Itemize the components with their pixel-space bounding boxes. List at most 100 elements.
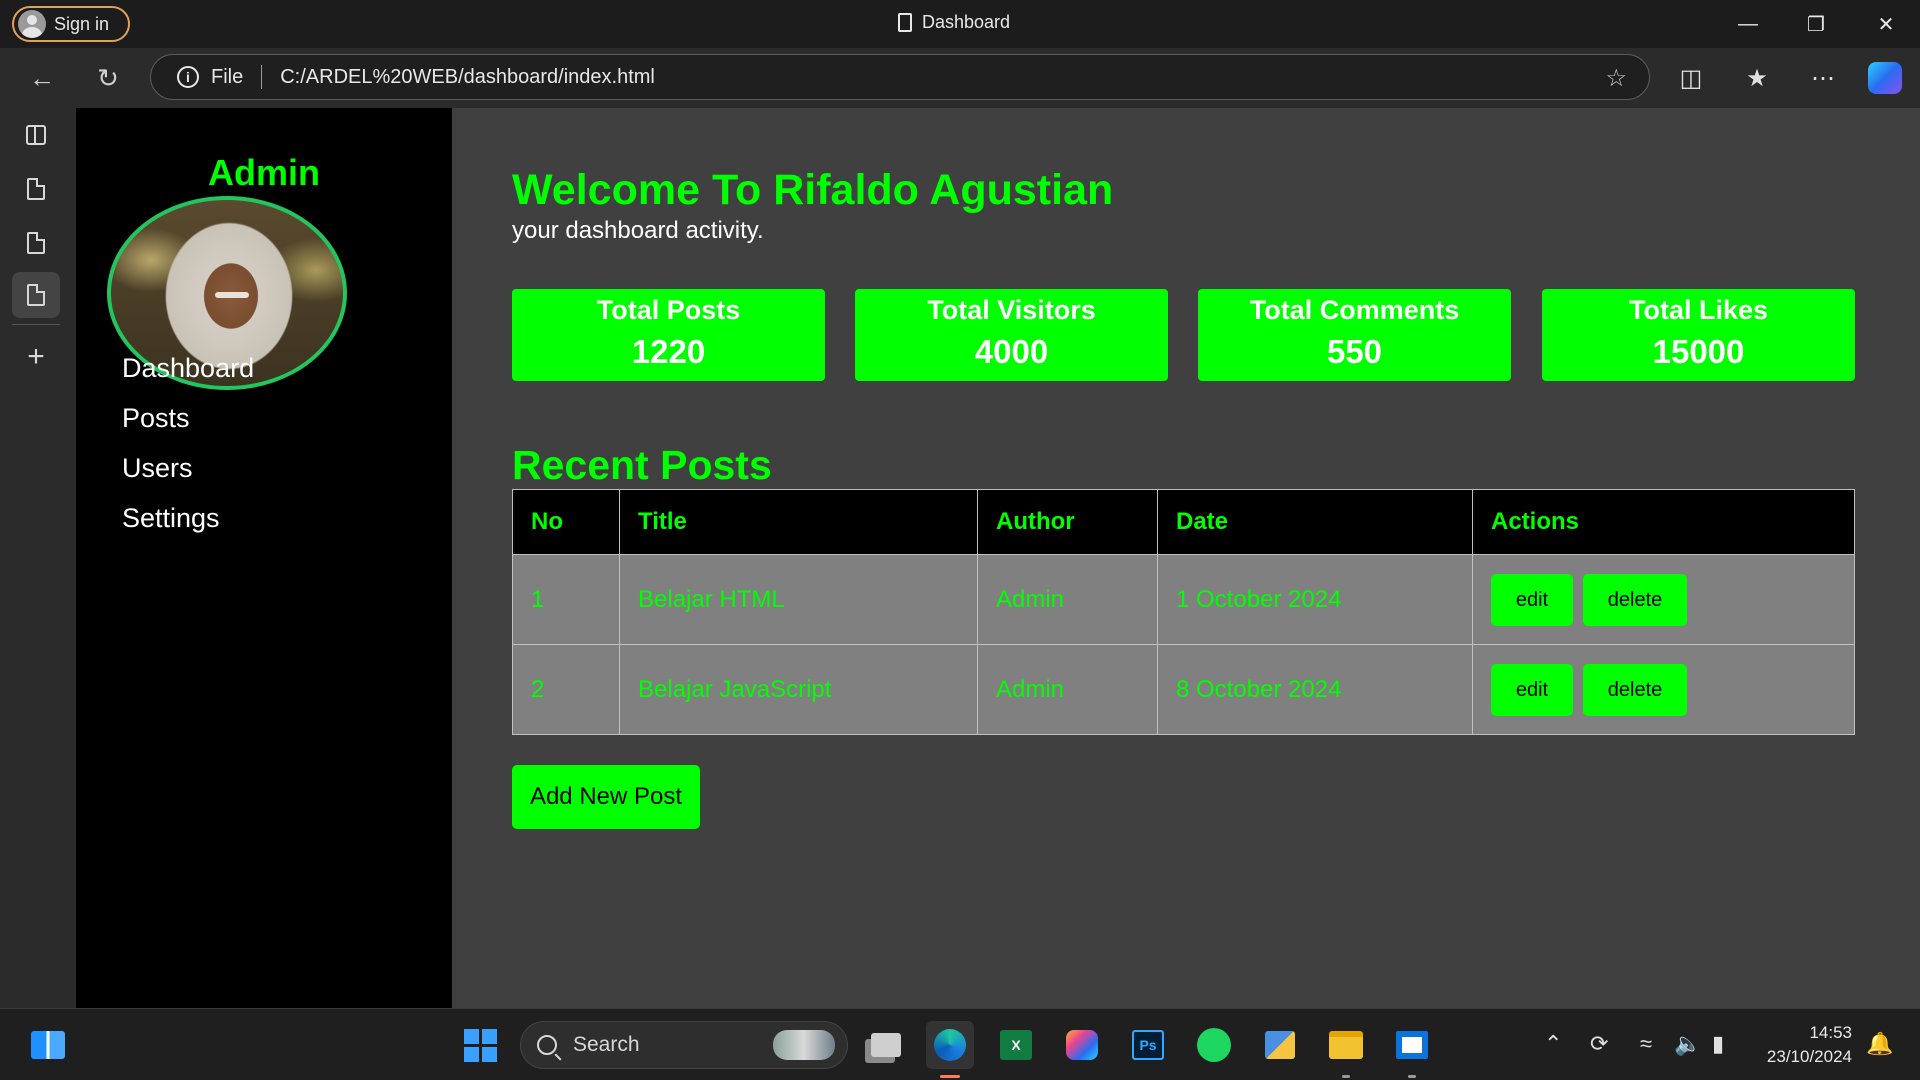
column-header-no: No <box>512 489 620 555</box>
new-tab-icon[interactable]: + <box>12 334 60 380</box>
sign-in-button[interactable]: Sign in <box>12 6 130 42</box>
more-icon[interactable]: ⋯ <box>1798 48 1848 108</box>
stat-label: Total Likes <box>1628 295 1769 325</box>
page-icon <box>898 13 912 32</box>
stat-card-total-posts: Total Posts 1220 <box>512 289 825 381</box>
column-header-date: Date <box>1157 489 1473 555</box>
main-content: Welcome To Rifaldo Agustian your dashboa… <box>452 108 1920 1008</box>
sidebar-item-dashboard[interactable]: Dashboard <box>122 353 254 384</box>
tab-item[interactable] <box>12 220 60 266</box>
page-title: Welcome To Rifaldo Agustian <box>512 166 1114 214</box>
delete-button[interactable]: delete <box>1583 663 1687 716</box>
tab-item[interactable] <box>12 166 60 212</box>
page-icon <box>27 284 45 306</box>
posts-table: No Title Author Date Actions 1 Belajar H… <box>512 489 1855 735</box>
taskbar: Search X Ps ⌃ ⟳ ≈ 🔈 ▮ 14:53 23/10/2024 🔔 <box>0 1008 1920 1080</box>
system-clock[interactable]: 14:53 23/10/2024 <box>1760 1021 1852 1069</box>
volume-icon[interactable]: 🔈 <box>1674 1031 1701 1057</box>
address-bar[interactable]: i File C:/ARDEL%20WEB/dashboard/index.ht… <box>150 54 1650 100</box>
stat-value: 550 <box>1326 333 1383 370</box>
stat-value: 15000 <box>1652 333 1745 370</box>
table-header-row: No Title Author Date Actions <box>512 489 1855 555</box>
task-view-icon[interactable] <box>862 1021 910 1069</box>
photoshop-icon[interactable]: Ps <box>1124 1021 1172 1069</box>
column-header-author: Author <box>977 489 1158 555</box>
clock-time: 14:53 <box>1809 1023 1852 1042</box>
start-icon[interactable] <box>456 1021 504 1069</box>
copilot-app-icon[interactable] <box>1058 1021 1106 1069</box>
running-app-indicator <box>1342 1075 1350 1078</box>
browser-toolbar: ← ↻ i File C:/ARDEL%20WEB/dashboard/inde… <box>0 48 1920 108</box>
cell-date: 1 October 2024 <box>1157 554 1473 645</box>
browser-title-bar: Sign in Dashboard — ❐ ✕ <box>0 0 1920 48</box>
running-app-indicator <box>1408 1075 1416 1078</box>
spotify-icon[interactable] <box>1190 1021 1238 1069</box>
favorite-star-icon[interactable]: ☆ <box>1605 64 1627 93</box>
back-icon[interactable]: ← <box>18 48 66 108</box>
file-explorer-icon[interactable] <box>1322 1021 1370 1069</box>
store-icon[interactable] <box>1388 1021 1436 1069</box>
chevron-up-icon[interactable]: ⌃ <box>1544 1031 1562 1057</box>
taskbar-search[interactable]: Search <box>520 1021 848 1069</box>
profile-avatar-icon <box>18 10 46 38</box>
stat-card-total-likes: Total Likes 15000 <box>1542 289 1855 381</box>
wifi-icon[interactable]: ≈ <box>1640 1031 1652 1057</box>
cell-actions: edit delete <box>1472 644 1855 735</box>
minimize-icon[interactable]: — <box>1714 0 1782 48</box>
stat-label: Total Comments <box>1249 295 1460 325</box>
stat-label: Total Visitors <box>927 295 1096 325</box>
tab-divider <box>12 324 60 325</box>
copilot-icon[interactable] <box>1868 62 1902 94</box>
page-subtitle: your dashboard activity. <box>512 217 764 244</box>
sidebar-item-settings[interactable]: Settings <box>122 503 220 534</box>
tab-actions-button[interactable] <box>12 112 60 158</box>
stat-value: 1220 <box>631 333 706 370</box>
split-screen-icon[interactable]: ◫ <box>1666 48 1716 108</box>
stat-card-total-visitors: Total Visitors 4000 <box>855 289 1168 381</box>
active-tab-title: Dashboard <box>898 12 1010 33</box>
address-url[interactable]: C:/ARDEL%20WEB/dashboard/index.html <box>280 66 655 89</box>
address-scheme: File <box>211 65 244 88</box>
active-app-indicator <box>940 1075 960 1078</box>
tab-item-active[interactable] <box>12 272 60 318</box>
sign-in-label: Sign in <box>54 13 110 34</box>
favorites-icon[interactable]: ★ <box>1732 48 1782 108</box>
table-row: 1 Belajar HTML Admin 1 October 2024 edit… <box>512 554 1855 645</box>
cell-author: Admin <box>977 644 1158 735</box>
cell-author: Admin <box>977 554 1158 645</box>
notification-bell-icon[interactable]: 🔔 <box>1866 1031 1893 1057</box>
vertical-tab-strip: + <box>0 108 76 1008</box>
cell-date: 8 October 2024 <box>1157 644 1473 735</box>
close-icon[interactable]: ✕ <box>1852 0 1920 48</box>
cell-no: 2 <box>512 644 620 735</box>
sync-icon[interactable]: ⟳ <box>1590 1031 1608 1057</box>
page-icon <box>27 232 45 254</box>
sidebar-item-users[interactable]: Users <box>122 453 193 484</box>
cell-title: Belajar JavaScript <box>619 644 978 735</box>
refresh-icon[interactable]: ↻ <box>84 48 132 108</box>
search-highlight-image <box>773 1030 835 1060</box>
sidebar: Admin Dashboard Posts Users Settings <box>76 108 452 1008</box>
widgets-icon[interactable] <box>24 1021 72 1069</box>
edit-button[interactable]: edit <box>1491 663 1573 716</box>
edge-icon[interactable] <box>926 1021 974 1069</box>
info-icon[interactable]: i <box>177 66 199 88</box>
column-header-title: Title <box>619 489 978 555</box>
excel-icon[interactable]: X <box>992 1021 1040 1069</box>
network-app-icon[interactable] <box>1256 1021 1304 1069</box>
search-placeholder: Search <box>573 1033 640 1056</box>
delete-button[interactable]: delete <box>1583 573 1687 626</box>
add-new-post-button[interactable]: Add New Post <box>512 765 700 829</box>
sidebar-item-posts[interactable]: Posts <box>122 403 190 434</box>
cell-title: Belajar HTML <box>619 554 978 645</box>
stat-card-total-comments: Total Comments 550 <box>1198 289 1511 381</box>
stat-label: Total Posts <box>596 295 741 325</box>
page-icon <box>27 178 45 200</box>
table-row: 2 Belajar JavaScript Admin 8 October 202… <box>512 644 1855 735</box>
restore-icon[interactable]: ❐ <box>1782 0 1850 48</box>
search-icon <box>537 1035 557 1055</box>
address-separator <box>261 65 263 89</box>
recent-posts-heading: Recent Posts <box>512 442 772 488</box>
battery-icon[interactable]: ▮ <box>1712 1031 1724 1057</box>
edit-button[interactable]: edit <box>1491 573 1573 626</box>
